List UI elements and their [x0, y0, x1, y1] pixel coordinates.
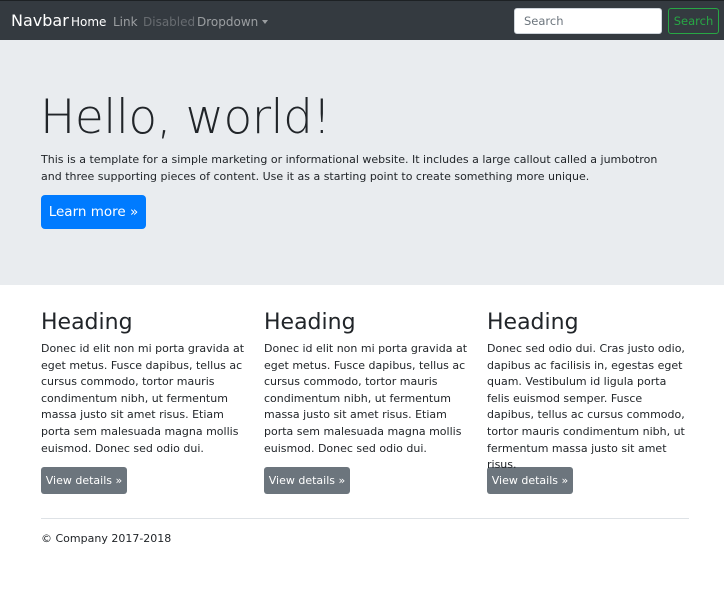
jumbotron: Hello, world! This is a template for a s…	[0, 40, 724, 285]
column-heading: Heading	[264, 310, 356, 335]
nav-item-dropdown[interactable]: Dropdown	[197, 15, 269, 29]
search-input[interactable]	[514, 8, 662, 34]
footer-copyright: © Company 2017-2018	[41, 532, 172, 545]
jumbotron-text: This is a template for a simple marketin…	[41, 153, 658, 183]
column-text: Donec id elit non mi porta gravida at eg…	[41, 342, 245, 455]
column-heading: Heading	[41, 310, 133, 335]
navbar: Navbar Home Link Disabled Dropdown Searc…	[0, 0, 724, 40]
footer-divider	[41, 518, 689, 519]
search-button[interactable]: Search	[668, 8, 719, 34]
content-column-3: Heading Donec sed odio dui. Cras justo o…	[487, 309, 692, 494]
column-heading: Heading	[487, 310, 579, 335]
content-column-2: Heading Donec id elit non mi porta gravi…	[264, 309, 469, 494]
nav-item-home[interactable]: Home	[71, 15, 106, 29]
content-column-1: Heading Donec id elit non mi porta gravi…	[41, 309, 246, 494]
nav-item-link[interactable]: Link	[113, 15, 138, 29]
learn-more-button[interactable]: Learn more »	[41, 195, 146, 229]
column-text: Donec sed odio dui. Cras justo odio, dap…	[487, 342, 685, 472]
column-text: Donec id elit non mi porta gravida at eg…	[264, 342, 468, 455]
navbar-brand[interactable]: Navbar	[11, 12, 69, 30]
caret-down-icon	[262, 20, 269, 24]
jumbotron-title: Hello, world!	[40, 90, 331, 145]
view-details-button[interactable]: View details »	[487, 467, 573, 494]
nav-item-dropdown-label: Dropdown	[197, 15, 259, 29]
nav-item-disabled: Disabled	[143, 15, 196, 29]
view-details-button[interactable]: View details »	[264, 467, 350, 494]
view-details-button[interactable]: View details »	[41, 467, 127, 494]
